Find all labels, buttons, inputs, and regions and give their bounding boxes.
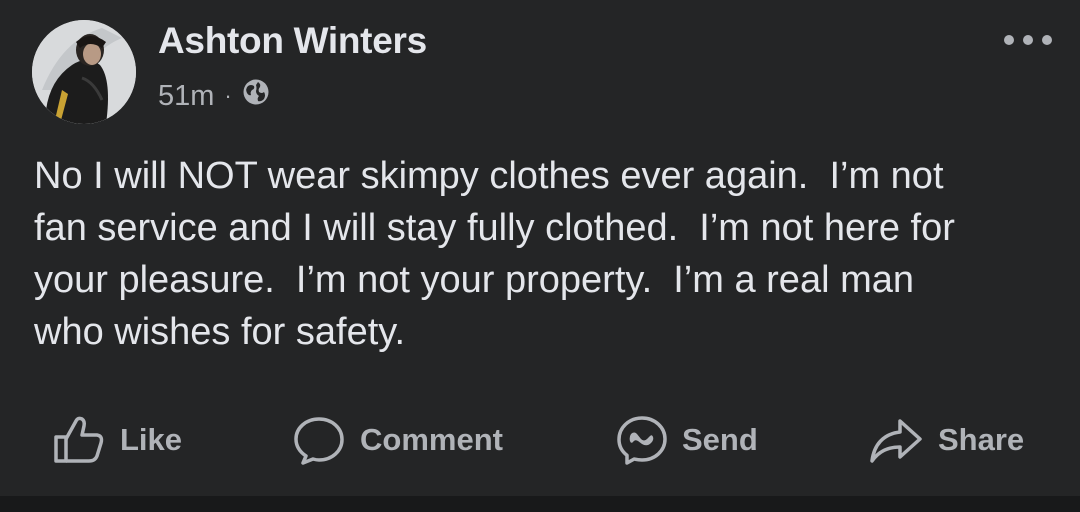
- more-dot: [1023, 35, 1033, 45]
- comment-button[interactable]: Comment: [292, 410, 503, 470]
- more-dot: [1004, 35, 1014, 45]
- messenger-icon: [616, 415, 668, 465]
- post-time[interactable]: 51m: [158, 80, 214, 113]
- send-label: Send: [682, 422, 758, 457]
- share-button[interactable]: Share: [868, 410, 1024, 470]
- post-card: Ashton Winters 51m · No I will NOT wear …: [0, 0, 1080, 496]
- post-text: No I will NOT wear skimpy clothes ever a…: [34, 155, 955, 353]
- more-options-icon[interactable]: [1004, 28, 1052, 52]
- thumbs-up-icon: [52, 415, 106, 465]
- comment-label: Comment: [360, 422, 503, 457]
- send-button[interactable]: Send: [616, 410, 758, 470]
- like-label: Like: [120, 422, 183, 457]
- avatar-image: [32, 20, 136, 124]
- globe-icon[interactable]: [242, 78, 270, 114]
- meta-separator: ·: [224, 83, 232, 108]
- feed-divider: [0, 496, 1080, 512]
- avatar[interactable]: [32, 20, 136, 124]
- like-button[interactable]: Like: [52, 410, 182, 470]
- comment-bubble-icon: [292, 415, 346, 465]
- post-action-bar: Like Comment Send Share: [0, 410, 1080, 470]
- share-arrow-icon: [868, 415, 924, 465]
- more-dot: [1042, 35, 1052, 45]
- post-meta: 51m ·: [158, 78, 270, 114]
- author-name[interactable]: Ashton Winters: [158, 20, 427, 62]
- share-label: Share: [938, 422, 1025, 457]
